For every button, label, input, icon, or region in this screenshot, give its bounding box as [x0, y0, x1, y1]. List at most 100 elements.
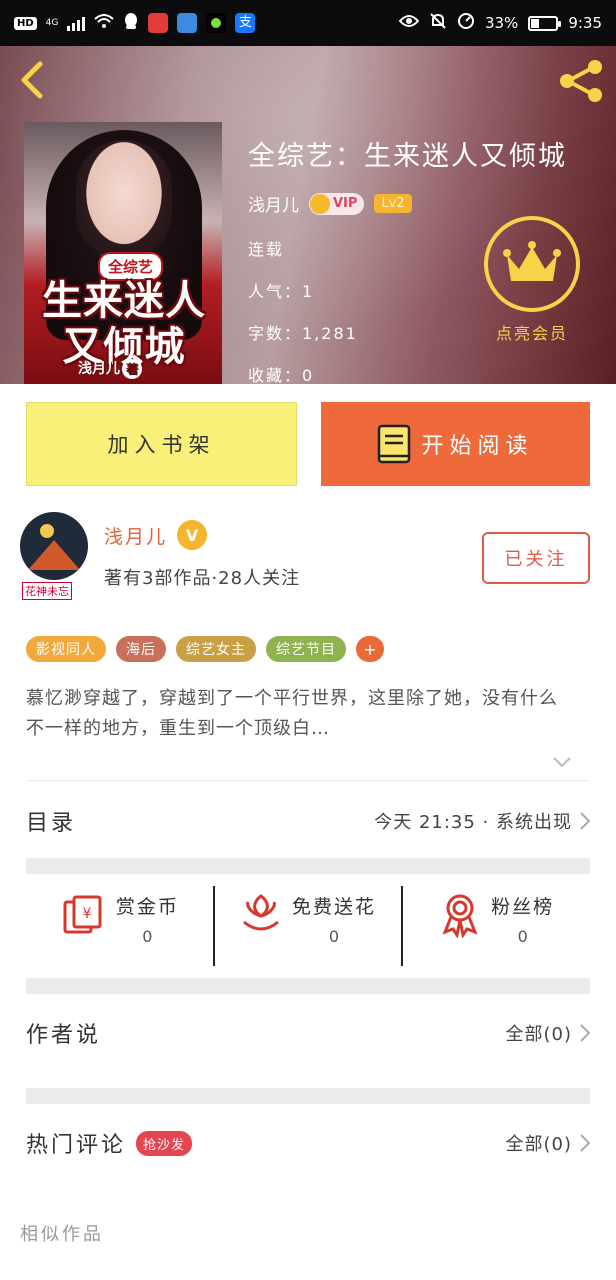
vip-badge: VIP [309, 192, 365, 215]
cover-author-suffix: 著 [122, 359, 142, 379]
author-card[interactable]: 花神未忘 浅月儿 V 著有3部作品·28人关注 已关注 [20, 512, 596, 612]
tag-chip[interactable]: 综艺女主 [176, 636, 256, 662]
tag-chip[interactable]: 综艺节目 [266, 636, 346, 662]
catalog-latest: 今天 21:35 · 系统出现 [374, 808, 590, 834]
support-stats: ¥ 赏金币 0 免费送花 0 粉丝榜 0 [26, 886, 590, 966]
stat-label: 免费送花 [292, 896, 377, 918]
stat-gold-coin[interactable]: ¥ 赏金币 0 [26, 886, 213, 966]
chevron-right-icon [580, 812, 590, 830]
speed-gauge-icon [457, 12, 475, 34]
vip-crown-icon [310, 193, 330, 214]
author-stats: 著有3部作品·28人关注 [104, 568, 301, 589]
author-says-count: 全部(0) [505, 1024, 572, 1045]
back-arrow-icon [21, 61, 43, 99]
book-title: 全综艺：生来迷人又倾城 [248, 141, 567, 172]
chevron-right-icon [580, 1024, 590, 1042]
book-header: 全综艺 生来迷人又倾城 浅月儿著 全综艺：生来迷人又倾城 浅月儿 VIP Lv2… [0, 46, 616, 384]
eye-icon [398, 14, 420, 32]
stat-label: 粉丝榜 [491, 896, 555, 918]
svg-text:¥: ¥ [82, 906, 91, 922]
gallery-app-icon [177, 13, 198, 33]
medal-icon [442, 894, 478, 938]
author-avatar[interactable]: 花神未忘 [20, 512, 90, 602]
wifi-icon [94, 13, 115, 33]
tag-chip[interactable]: 海后 [116, 636, 166, 662]
book-cover[interactable]: 全综艺 生来迷人又倾城 浅月儿著 [24, 122, 222, 384]
favorites-count: 收藏：0 [248, 366, 315, 384]
stat-free-flower[interactable]: 免费送花 0 [212, 886, 402, 966]
vip-badge-label: VIP [333, 196, 358, 211]
chevron-right-icon [580, 1134, 590, 1152]
avatar-image [20, 512, 88, 580]
activate-vip-button[interactable]: 点亮会员 [480, 216, 584, 346]
share-button[interactable] [556, 56, 606, 106]
stat-label: 赏金币 [115, 896, 179, 918]
alipay-icon: 支 [235, 13, 256, 33]
catalog-row[interactable]: 目录 今天 21:35 · 系统出现 [26, 786, 590, 856]
hot-comments-row[interactable]: 热门评论 抢沙发 全部(0) [26, 1108, 590, 1178]
crown-icon [503, 241, 561, 281]
divider [26, 780, 590, 781]
follow-button[interactable]: 已关注 [482, 532, 590, 584]
tag-list: 影视同人 海后 综艺女主 综艺节目 + [26, 636, 384, 662]
hd-indicator: HD [14, 16, 37, 30]
book-description[interactable]: 慕忆渺穿越了，穿越到了一个平行世界，这里除了她，没有什么不一样的地方，重生到一个… [26, 684, 566, 744]
similar-works-heading: 相似作品 [20, 1224, 104, 1245]
stat-value: 0 [328, 927, 340, 946]
battery-fill [531, 18, 540, 28]
activate-vip-label: 点亮会员 [495, 324, 568, 343]
book-detail-content: 加入书架 开始阅读 花神未忘 浅月儿 V 著有3部作品·28人关注 已关注 影视… [0, 384, 616, 1280]
catalog-title: 目录 [26, 811, 77, 836]
share-icon [560, 60, 602, 102]
back-button[interactable] [14, 60, 54, 100]
author-name: 浅月儿 [104, 525, 168, 548]
mute-bell-icon [429, 12, 447, 34]
start-reading-label: 开始阅读 [421, 434, 534, 459]
crown-ring [484, 216, 580, 312]
gold-coin-icon: ¥ [63, 895, 102, 934]
stat-value: 0 [517, 927, 528, 946]
huawei-app-icon [148, 13, 169, 33]
author-name-line: 浅月儿 V [104, 520, 208, 550]
network-type: 4G [45, 17, 59, 28]
latest-chapter: 今天 21:35 · 系统出现 [374, 812, 572, 833]
qq-icon [123, 12, 139, 34]
level-badge: Lv2 [374, 194, 412, 213]
hot-comments-title: 热门评论 [26, 1133, 127, 1158]
section-separator [26, 1088, 590, 1104]
cover-title: 生来迷人又倾城 [42, 278, 206, 370]
book-author[interactable]: 浅月儿 [248, 191, 299, 216]
cover-tag: 全综艺 [98, 252, 164, 281]
action-buttons: 加入书架 开始阅读 [26, 402, 590, 486]
grab-sofa-badge[interactable]: 抢沙发 [136, 1130, 193, 1156]
cover-author: 浅月儿著 [78, 358, 142, 379]
tag-chip[interactable]: 影视同人 [26, 636, 106, 662]
section-separator [26, 858, 590, 874]
add-to-shelf-button[interactable]: 加入书架 [26, 402, 297, 486]
battery-icon [528, 15, 562, 31]
start-reading-button[interactable]: 开始阅读 [321, 402, 590, 486]
expand-description-button[interactable] [552, 754, 572, 768]
battery-percent: 33% [484, 14, 519, 32]
cover-author-name: 浅月儿 [78, 361, 120, 377]
flower-icon [243, 894, 279, 931]
verified-badge-icon: V [177, 520, 208, 550]
author-says-row[interactable]: 作者说 全部(0) [26, 998, 590, 1068]
clock: 9:35 [568, 14, 602, 32]
hot-comments-count: 全部(0) [505, 1134, 572, 1155]
chevron-down-icon [553, 757, 571, 768]
signal-icon [67, 15, 86, 31]
author-says-all: 全部(0) [505, 1020, 590, 1046]
book-icon [378, 424, 411, 464]
green-dot-app-icon [206, 13, 227, 33]
hot-comments-all: 全部(0) [505, 1130, 590, 1156]
author-says-title: 作者说 [26, 1023, 102, 1048]
section-separator [26, 978, 590, 994]
book-author-row: 浅月儿 VIP Lv2 [248, 191, 567, 216]
stat-value: 0 [142, 927, 153, 946]
stat-fan-ranking[interactable]: 粉丝榜 0 [401, 886, 590, 966]
status-bar: HD 4G 支 33% 9:35 [0, 0, 616, 46]
more-tags-button[interactable]: + [356, 636, 384, 662]
cover-portrait [76, 140, 172, 258]
avatar-signature: 花神未忘 [22, 582, 72, 600]
